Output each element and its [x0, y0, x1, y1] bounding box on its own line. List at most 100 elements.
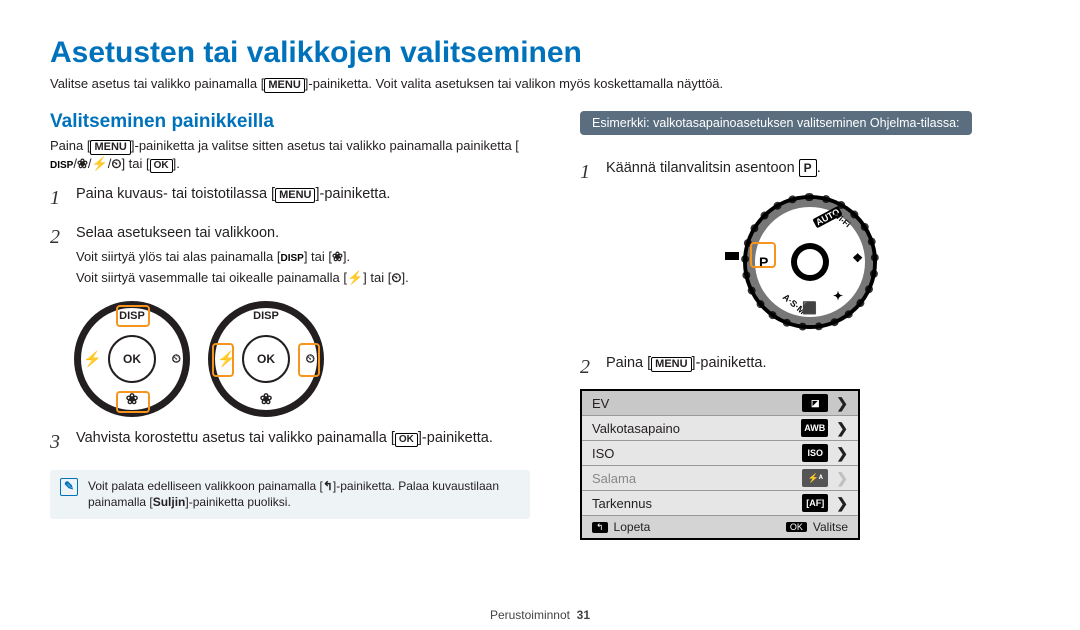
menu-label-icon: MENU [264, 78, 304, 93]
intro-before: Valitse asetus tai valikko painamalla [ [50, 76, 264, 91]
menu-item-label: Valkotasapaino [592, 421, 680, 436]
macro-flower-icon: ❀ [77, 156, 88, 171]
t: ] tai [ [304, 249, 332, 264]
menu-label-icon: MENU [275, 188, 315, 203]
t: ]. [401, 270, 408, 285]
intro-after: ]-painiketta. Voit valita asetuksen tai … [305, 76, 723, 91]
dial-scene-icon: ⬛ [802, 301, 817, 315]
chevron-right-icon: ❯ [836, 470, 848, 487]
footer-page-number: 31 [577, 608, 590, 622]
menu-label-icon: MENU [651, 357, 691, 372]
menu-row-wb[interactable]: Valkotasapaino AWB ❯ [582, 415, 858, 440]
left-column: Valitseminen painikkeilla Paina [MENU]-p… [50, 111, 530, 540]
step-2: 2 Selaa asetukseen tai valikkoon. Voit s… [50, 224, 530, 287]
af-icon: [AF] [802, 494, 828, 512]
highlight-box [750, 242, 776, 268]
step-number: 2 [580, 354, 598, 381]
menu-footer-ok[interactable]: OK Valitse [786, 520, 848, 534]
menu-item-label: ISO [592, 446, 614, 461]
ok-icon: OK [150, 159, 173, 173]
t: Voit palata edelliseen valikkoon painama… [88, 479, 323, 493]
highlight-box [116, 391, 150, 413]
t: Paina [ [50, 138, 90, 153]
example-label: Esimerkki: valkotasapainoasetuksen valit… [580, 111, 972, 135]
page-title: Asetusten tai valikkojen valitseminen [50, 36, 1030, 70]
t: Voit siirtyä vasemmalle tai oikealle pai… [76, 270, 347, 285]
note-icon: ✎ [60, 478, 78, 496]
flash-auto-icon: ⚡ᴬ [802, 469, 828, 487]
right-step-1: 1 Käännä tilanvalitsin asentoon P. [580, 159, 1030, 186]
menu-row-tarkennus[interactable]: Tarkennus [AF] ❯ [582, 490, 858, 515]
control-wheels: OK DISP ❀ ⚡ ⏲ OK DISP ❀ ⚡ ⏲ [74, 301, 530, 417]
t: ]. [343, 249, 350, 264]
right-column: Esimerkki: valkotasapainoasetuksen valit… [580, 111, 1030, 540]
wheel-disp-label: DISP [253, 310, 279, 322]
menu-item-label: EV [592, 396, 609, 411]
step-1: 1 Paina kuvaus- tai toistotilassa [MENU]… [50, 185, 530, 212]
dial-scene-icon: ❖ [852, 251, 863, 265]
timer-icon: ⏲ [172, 351, 181, 366]
menu-row-ev[interactable]: EV ◪❯ [582, 391, 858, 415]
step-3: 3 Vahvista korostettu asetus tai valikko… [50, 429, 530, 456]
control-wheel-vertical: OK DISP ❀ ⚡ ⏲ [74, 301, 190, 417]
menu-row-salama: Salama ⚡ᴬ ❯ [582, 465, 858, 490]
t: Vahvista korostettu asetus tai valikko p… [76, 430, 395, 446]
note-text: Voit palata edelliseen valikkoon painama… [88, 478, 520, 512]
t: Voit siirtyä ylös tai alas painamalla [ [76, 249, 280, 264]
t: Paina kuvaus- tai toistotilassa [ [76, 186, 275, 202]
settings-menu: EV ◪❯ Valkotasapaino AWB❯ ISO ISO❯ Salam… [580, 389, 860, 540]
menu-label-icon: MENU [90, 140, 130, 155]
step-text: Selaa asetukseen tai valikkoon. [76, 224, 530, 244]
t: ]-painiketta. [692, 355, 767, 371]
highlight-box [298, 343, 320, 377]
step-substep: Voit siirtyä vasemmalle tai oikealle pai… [76, 269, 530, 287]
ev-icon: ◪ [802, 394, 828, 412]
t: ] tai [ [121, 156, 149, 171]
awb-icon: AWB [801, 419, 828, 437]
t: . [817, 160, 821, 176]
macro-flower-icon: ❀ [332, 249, 343, 264]
menu-footer: ↰ Lopeta OK Valitse [582, 515, 858, 538]
flash-icon: ⚡ [83, 350, 102, 368]
t: ] tai [ [363, 270, 391, 285]
t: ]-painiketta. [418, 430, 493, 446]
flash-icon: ⚡ [347, 270, 363, 285]
chevron-right-icon: ❯ [836, 445, 848, 462]
menu-footer-back[interactable]: ↰ Lopeta [592, 520, 650, 534]
step-number: 3 [50, 429, 68, 456]
t: ]-painiketta puoliksi. [185, 495, 290, 509]
highlight-box [212, 343, 234, 377]
t: Käännä tilanvalitsin asentoon [606, 160, 799, 176]
right-step-2: 2 Paina [MENU]-painiketta. [580, 354, 1030, 381]
footer-back-label: Lopeta [614, 520, 651, 534]
section-paragraph: Paina [MENU]-painiketta ja valitse sitte… [50, 137, 530, 173]
t: ]. [173, 156, 180, 171]
chevron-right-icon: ❯ [836, 495, 848, 512]
section-subhead: Valitseminen painikkeilla [50, 111, 530, 133]
flash-icon: ⚡ [92, 156, 108, 171]
menu-item-label: Tarkennus [592, 496, 652, 511]
p-mode-icon: P [799, 159, 817, 177]
ok-icon: OK [395, 433, 418, 447]
step-number: 1 [580, 159, 598, 186]
mode-dial: AUTO Wi-Fi P A·S·M ⬛ ✦ ❖ [720, 192, 890, 342]
step-number: 1 [50, 185, 68, 212]
menu-row-iso[interactable]: ISO ISO❯ [582, 440, 858, 465]
control-wheel-horizontal: OK DISP ❀ ⚡ ⏲ [208, 301, 324, 417]
menu-item-label: Salama [592, 471, 636, 486]
page-footer: Perustoiminnot 31 [0, 608, 1080, 622]
disp-icon: DISP [50, 159, 73, 173]
wheel-ok-button: OK [242, 335, 290, 383]
note-bold: Suljin [153, 495, 186, 509]
step-substep: Voit siirtyä ylös tai alas painamalla [D… [76, 248, 530, 266]
intro-paragraph: Valitse asetus tai valikko painamalla [M… [50, 76, 1030, 93]
dial-scene-icon: ✦ [833, 289, 843, 303]
footer-section: Perustoiminnot [490, 608, 570, 622]
chevron-right-icon: ❯ [836, 420, 848, 437]
ok-key-icon: OK [786, 522, 807, 532]
dial-indicator-icon [725, 252, 739, 260]
disp-icon: DISP [280, 252, 303, 266]
t: ]-painiketta ja valitse sitten asetus ta… [131, 138, 519, 153]
highlight-box [116, 305, 150, 327]
wheel-ok-button: OK [108, 335, 156, 383]
